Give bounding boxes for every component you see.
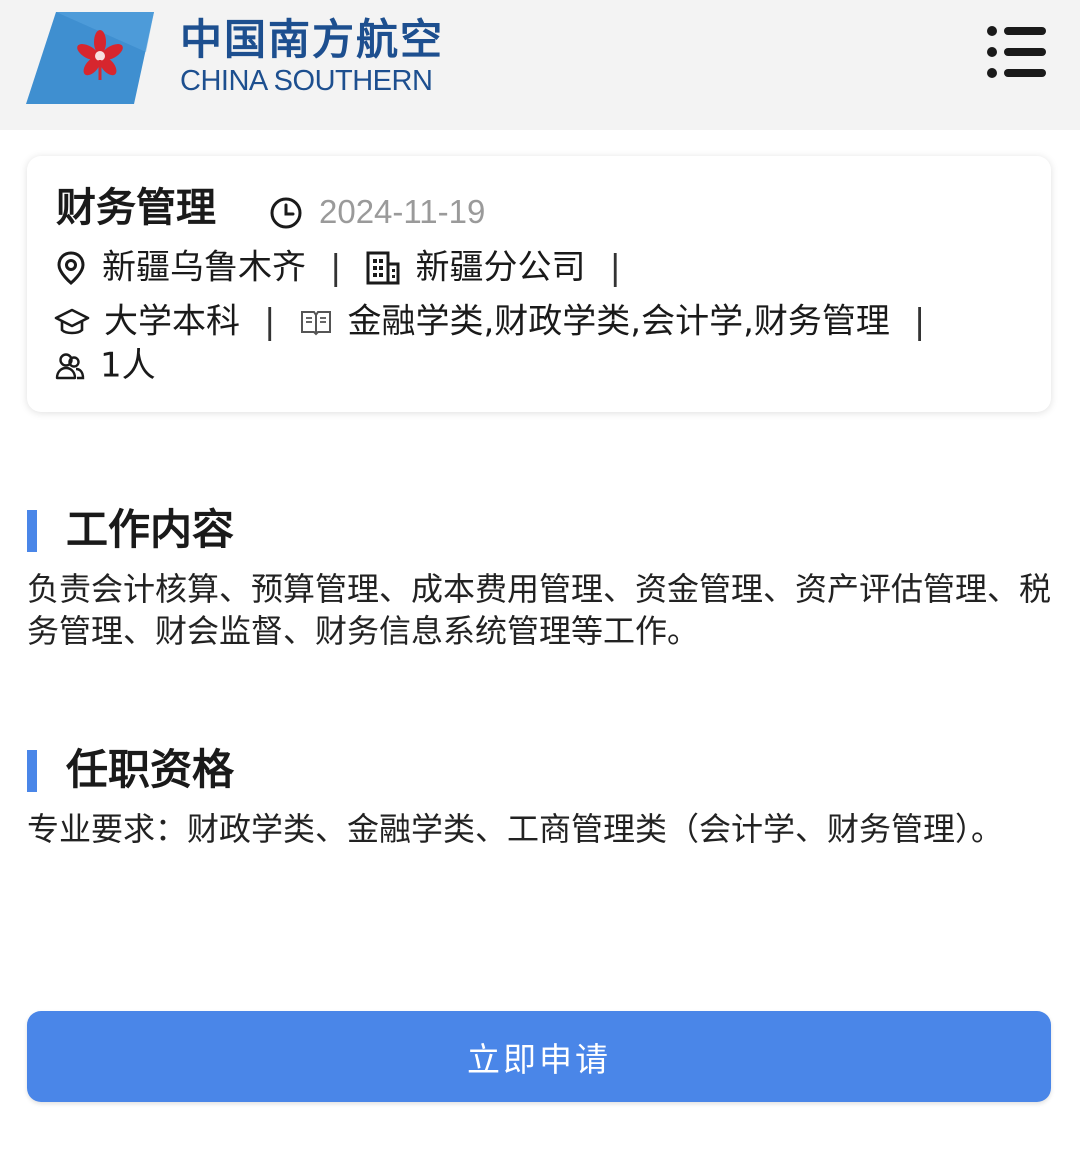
separator: | [913, 301, 926, 342]
job-summary-card: 财务管理 2024-11-19 新疆乌鲁木齐 | 新疆分公司 | 大学本科 | … [27, 156, 1051, 412]
section-title-qualification: 任职资格 [66, 745, 235, 794]
section-title-work-content: 工作内容 [66, 505, 235, 554]
job-meta-row-location: 新疆乌鲁木齐 | 新疆分公司 | [54, 244, 645, 290]
china-southern-logo-icon [26, 12, 154, 104]
separator: | [264, 301, 276, 342]
book-icon [301, 310, 332, 335]
building-icon [366, 251, 400, 284]
job-title: 财务管理 [56, 185, 216, 231]
location-pin-icon [57, 250, 85, 285]
clock-icon [270, 197, 302, 229]
section-accent-bar [27, 750, 37, 792]
people-icon [55, 352, 85, 379]
graduation-cap-icon [54, 308, 90, 334]
job-meta-row-education: 大学本科 | 金融学类,财政学类,会计学,财务管理 | [54, 298, 949, 344]
menu-icon[interactable] [984, 20, 1050, 84]
separator: | [330, 247, 342, 288]
app-header: 中国南方航空 CHINA SOUTHERN [0, 0, 1080, 130]
brand-name-en: CHINA SOUTHERN [180, 65, 433, 97]
job-company: 新疆分公司 [415, 247, 586, 288]
job-education: 大学本科 [104, 301, 240, 342]
job-majors: 金融学类,财政学类,会计学,财务管理 [347, 301, 890, 342]
section-body-work-content: 负责会计核算、预算管理、成本费用管理、资金管理、资产评估管理、税务管理、财会监督… [27, 570, 1052, 650]
section-body-qualification: 专业要求：财政学类、金融学类、工商管理类（会计学、财务管理）。 [27, 810, 1004, 848]
job-meta-row-headcount: 1人 [54, 342, 156, 388]
section-accent-bar [27, 510, 37, 552]
brand-name-cn: 中国南方航空 [180, 15, 445, 64]
apply-now-button[interactable]: 立即申请 [27, 1011, 1051, 1102]
job-post-date: 2024-11-19 [319, 193, 486, 230]
job-headcount: 1人 [100, 345, 156, 386]
job-location: 新疆乌鲁木齐 [102, 247, 306, 288]
separator: | [609, 247, 621, 288]
job-detail-page: 中国南方航空 CHINA SOUTHERN 财务管理 2024-11-19 新疆… [0, 0, 1080, 1167]
